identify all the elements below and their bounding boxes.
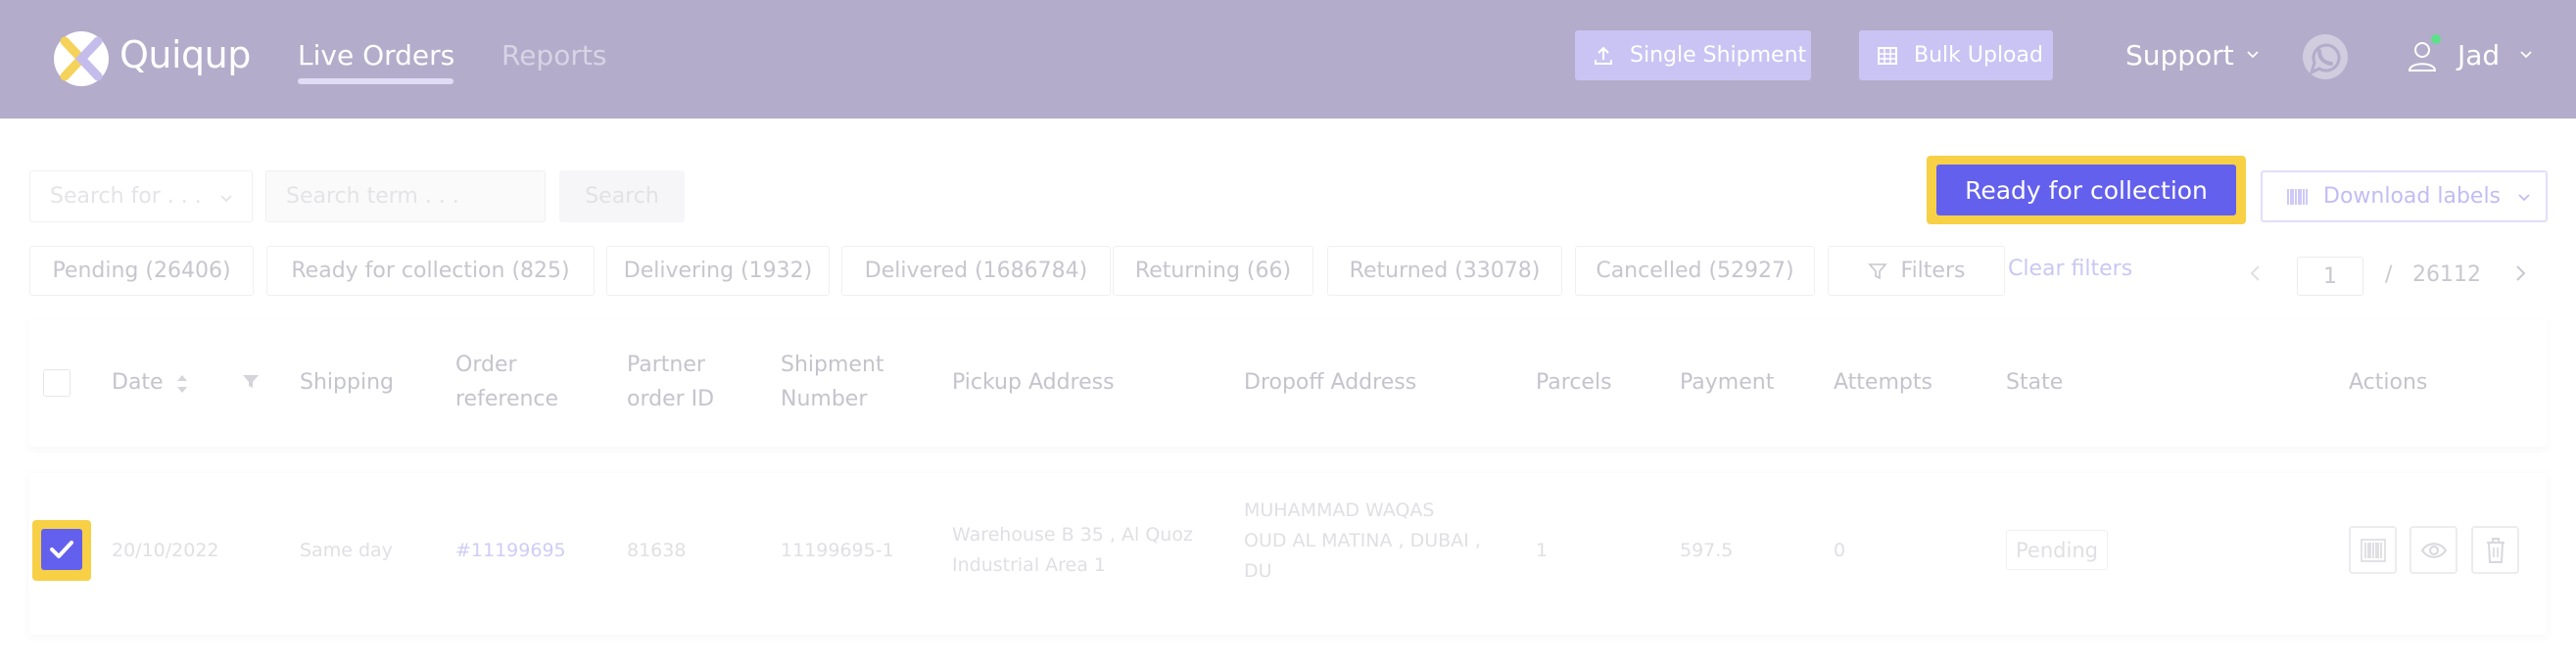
row-checkbox[interactable] — [41, 529, 82, 570]
quiqup-logo-icon — [54, 31, 109, 86]
column-date[interactable]: Date — [112, 365, 164, 400]
filter-chip-ready-for-collection[interactable]: Ready for collection (825) — [266, 246, 595, 296]
column-shipping: Shipping — [300, 370, 394, 395]
user-name[interactable]: Jad — [2457, 39, 2500, 71]
whatsapp-icon[interactable] — [2301, 32, 2350, 81]
trash-icon — [2487, 538, 2504, 563]
filter-chip-delivered[interactable]: Delivered (1686784) — [841, 246, 1111, 296]
chevron-down-icon — [220, 195, 232, 203]
filter-chip-delivering[interactable]: Delivering (1932) — [606, 246, 830, 296]
nav-reports[interactable]: Reports — [501, 39, 606, 71]
user-icon[interactable] — [2407, 39, 2438, 72]
active-nav-underline — [298, 78, 453, 84]
barcode-icon — [2361, 539, 2386, 562]
chevron-left-icon[interactable] — [2249, 264, 2263, 282]
chevron-down-icon — [2247, 51, 2259, 59]
column-attempts: Attempts — [1834, 370, 1932, 395]
filter-funnel-icon[interactable] — [242, 373, 260, 391]
cell-payment: 597.5 — [1680, 540, 1734, 561]
grid-icon — [1878, 46, 1897, 65]
column-actions: Actions — [2349, 370, 2428, 395]
cell-dropoff-address-line2: OUD AL MATINA , DUBAI , — [1244, 530, 1481, 551]
sort-icon[interactable] — [175, 372, 189, 396]
filter-chip-pending[interactable]: Pending (26406) — [29, 246, 254, 296]
cell-parcels: 1 — [1536, 540, 1549, 561]
bulk-upload-button[interactable]: Bulk Upload — [1859, 30, 2053, 80]
clear-filters-link[interactable]: Clear filters — [2008, 257, 2132, 281]
cell-partner-order-id: 81638 — [627, 540, 687, 561]
column-payment: Payment — [1680, 370, 1775, 395]
search-for-select[interactable]: Search for . . . — [29, 170, 253, 222]
barcode-icon — [2287, 188, 2308, 205]
column-partner-order-id-line2: order ID — [627, 387, 715, 411]
search-term-input[interactable]: Search term . . . — [265, 170, 546, 222]
column-parcels: Parcels — [1536, 370, 1612, 395]
filter-funnel-icon — [1867, 262, 1887, 279]
page-number-input[interactable]: 1 — [2297, 257, 2363, 296]
column-state: State — [2006, 370, 2064, 395]
cell-pickup-address-line1: Warehouse B 35 , Al Quoz — [952, 524, 1193, 546]
print-label-button[interactable] — [2349, 526, 2397, 574]
page-total: 26112 — [2412, 262, 2481, 287]
delete-order-button[interactable] — [2471, 526, 2519, 574]
cell-date: 20/10/2022 — [112, 540, 219, 561]
download-labels-button[interactable]: Download labels — [2261, 170, 2548, 222]
ready-for-collection-button[interactable]: Ready for collection — [1936, 165, 2236, 215]
column-dropoff-address: Dropoff Address — [1244, 370, 1417, 395]
cell-shipment-number: 11199695-1 — [781, 540, 894, 561]
column-order-reference-line2: reference — [455, 387, 559, 411]
column-shipment-number-line1: Shipment — [781, 353, 884, 377]
cell-order-reference-link[interactable]: #11199695 — [455, 536, 566, 566]
column-partner-order-id-line1: Partner — [627, 353, 705, 377]
download-labels-label: Download labels — [2323, 184, 2502, 209]
select-all-checkbox[interactable] — [43, 369, 71, 397]
filter-chip-returning[interactable]: Returning (66) — [1113, 246, 1313, 296]
checkmark-icon — [50, 541, 73, 558]
cell-dropoff-address-line3: DU — [1244, 560, 1272, 582]
column-shipment-number-line2: Number — [781, 387, 868, 411]
nav-live-orders[interactable]: Live Orders — [298, 39, 454, 71]
filters-button[interactable]: Filters — [1828, 246, 2005, 296]
filter-chip-cancelled[interactable]: Cancelled (52927) — [1575, 246, 1815, 296]
cell-shipping: Same day — [300, 540, 393, 561]
single-shipment-label: Single Shipment — [1630, 43, 1807, 68]
bulk-upload-label: Bulk Upload — [1914, 43, 2043, 68]
search-button[interactable]: Search — [559, 170, 685, 222]
chevron-right-icon[interactable] — [2513, 264, 2527, 282]
cell-dropoff-address-line1: MUHAMMAD WAQAS — [1244, 500, 1435, 521]
single-shipment-button[interactable]: Single Shipment — [1575, 30, 1811, 80]
brand-name: Quiqup — [119, 33, 251, 76]
page-separator: / — [2385, 262, 2393, 287]
search-for-placeholder: Search for . . . — [50, 184, 202, 209]
cell-attempts: 0 — [1834, 540, 1846, 561]
online-status-dot — [2431, 34, 2441, 44]
support-menu[interactable]: Support — [2125, 39, 2234, 71]
search-term-placeholder: Search term . . . — [286, 184, 459, 209]
eye-icon — [2420, 543, 2448, 558]
status-badge: Pending — [2006, 530, 2108, 570]
filters-label: Filters — [1900, 259, 1966, 283]
chevron-down-icon — [2518, 193, 2530, 201]
column-pickup-address: Pickup Address — [952, 370, 1115, 395]
view-order-button[interactable] — [2409, 526, 2457, 574]
filter-chip-returned[interactable]: Returned (33078) — [1327, 246, 1562, 296]
upload-icon — [1595, 46, 1612, 65]
chevron-down-icon — [2520, 51, 2532, 59]
cell-pickup-address-line2: Industrial Area 1 — [952, 554, 1107, 576]
column-order-reference-line1: Order — [455, 353, 517, 377]
